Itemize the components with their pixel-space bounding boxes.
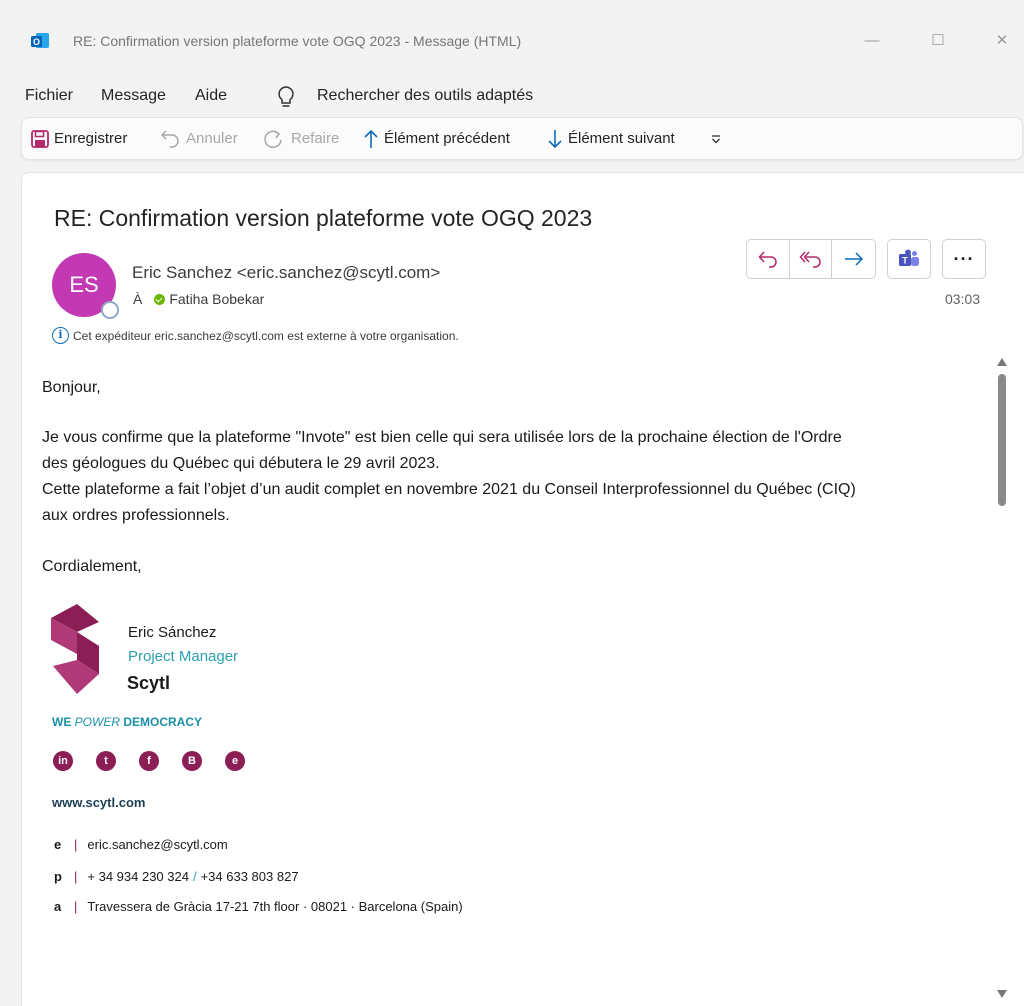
body-line-4: aux ordres professionnels.	[42, 507, 230, 524]
save-button[interactable]: Enregistrer	[31, 118, 127, 159]
outlook-icon: O	[31, 33, 49, 48]
signature-email-row: e | eric.sanchez@scytl.com	[54, 837, 228, 852]
linkedin-icon[interactable]: in	[53, 751, 73, 771]
sender-name[interactable]: Eric Sanchez <eric.sanchez@scytl.com>	[132, 263, 440, 283]
signature-address-row: a | Travessera de Gràcia 17-21 7th floor…	[54, 899, 463, 914]
signature-tagline: WE POWER DEMOCRACY	[52, 715, 202, 729]
teams-letter: T	[902, 256, 908, 266]
available-status-icon	[154, 293, 166, 305]
to-label: À	[133, 291, 143, 307]
signature-email-link[interactable]: eric.sanchez@scytl.com	[87, 837, 227, 852]
message-time: 03:03	[945, 291, 981, 307]
body-line-3: Cette plateforme a fait l’objet d’un aud…	[42, 481, 856, 498]
next-item-label: Élément suivant	[568, 130, 675, 147]
facebook-icon[interactable]: f	[139, 751, 159, 771]
separator: |	[74, 869, 78, 884]
website-icon[interactable]: e	[225, 751, 245, 771]
body-closing: Cordialement,	[42, 558, 142, 575]
signature-phone-2[interactable]: +34 633 803 827	[201, 869, 299, 884]
close-button[interactable]: ✕	[990, 30, 1014, 52]
phone-key: p	[54, 869, 62, 884]
redo-button[interactable]: Refaire	[262, 118, 339, 159]
menu-bar: Fichier Message Aide Rechercher des outi…	[0, 82, 1024, 110]
chevron-down-icon	[712, 134, 720, 143]
more-actions-button[interactable]: ···	[942, 239, 986, 279]
reply-button[interactable]	[747, 240, 790, 278]
phone-separator: /	[192, 869, 197, 884]
separator: |	[74, 899, 78, 914]
reply-actions-group	[746, 239, 876, 279]
body-greeting: Bonjour,	[42, 379, 101, 396]
scrollbar-thumb[interactable]	[998, 374, 1006, 506]
separator: |	[74, 837, 78, 852]
signature-phone-row: p | + 34 934 230 324 / +34 633 803 827	[54, 869, 299, 884]
signature-phone-1[interactable]: + 34 934 230 324	[87, 869, 189, 884]
tagline-democracy: DEMOCRACY	[120, 715, 203, 729]
scytl-logo-icon	[51, 604, 99, 694]
svg-text:O: O	[33, 37, 40, 47]
maximize-button[interactable]: ☐	[926, 30, 950, 52]
save-icon	[31, 129, 49, 148]
twitter-icon[interactable]: t	[96, 751, 116, 771]
previous-item-label: Élément précédent	[384, 130, 510, 147]
redo-icon	[264, 129, 282, 148]
menu-help[interactable]: Aide	[195, 87, 227, 105]
title-bar: O RE: Confirmation version plateforme vo…	[0, 0, 1024, 84]
undo-button[interactable]: Annuler	[159, 118, 238, 159]
forward-icon	[844, 252, 863, 266]
ribbon-overflow-button[interactable]	[710, 118, 722, 159]
recipients-row: À Fatiha Bobekar	[133, 291, 264, 307]
teams-chat-button[interactable]: T	[887, 239, 931, 279]
address-key: a	[54, 899, 62, 914]
reply-all-button[interactable]	[790, 240, 833, 278]
next-item-button[interactable]: Élément suivant	[547, 118, 675, 159]
tagline-we: WE	[52, 715, 75, 729]
arrow-down-icon	[548, 129, 562, 148]
signature-role: Project Manager	[128, 648, 239, 665]
email-key: e	[54, 837, 62, 852]
reply-icon	[758, 251, 777, 268]
signature-website-link[interactable]: www.scytl.com	[52, 795, 145, 810]
blog-icon[interactable]: B	[182, 751, 202, 771]
undo-label: Annuler	[186, 130, 238, 147]
previous-item-button[interactable]: Élément précédent	[363, 118, 510, 159]
save-label: Enregistrer	[54, 130, 128, 147]
info-icon: i	[52, 327, 69, 344]
forward-button[interactable]	[832, 240, 875, 278]
signature-name: Eric Sánchez	[128, 624, 217, 641]
lightbulb-icon[interactable]	[276, 85, 296, 109]
ribbon-toolbar: Enregistrer Annuler Refaire Élément préc…	[21, 117, 1023, 160]
signature-company: Scytl	[127, 673, 171, 693]
tagline-power: POWER	[74, 715, 121, 729]
redo-label: Refaire	[291, 130, 340, 147]
tell-me-search[interactable]: Rechercher des outils adaptés	[317, 87, 533, 105]
window-title: RE: Confirmation version plateforme vote…	[73, 33, 522, 49]
undo-icon	[160, 129, 179, 148]
scroll-up-arrow[interactable]	[997, 358, 1007, 366]
body-line-1: Je vous confirme que la plateforme "Invo…	[42, 429, 842, 446]
scroll-down-arrow[interactable]	[997, 990, 1007, 998]
menu-message[interactable]: Message	[101, 87, 166, 105]
arrow-up-icon	[364, 129, 378, 148]
teams-icon: T	[899, 249, 919, 266]
reply-all-icon	[798, 251, 821, 268]
body-line-2: des géologues du Québec qui débutera le …	[42, 455, 440, 472]
recipient-name[interactable]: Fatiha Bobekar	[169, 291, 264, 307]
message-subject: RE: Confirmation version plateforme vote…	[54, 205, 593, 231]
minimize-button[interactable]: —	[860, 30, 884, 52]
external-sender-notice: i Cet expéditeur eric.sanchez@scytl.com …	[52, 327, 459, 344]
external-notice-text: Cet expéditeur eric.sanchez@scytl.com es…	[73, 328, 459, 343]
menu-file[interactable]: Fichier	[25, 87, 73, 105]
presence-indicator	[101, 301, 119, 319]
signature-address: Travessera de Gràcia 17-21 7th floor · 0…	[87, 899, 463, 914]
